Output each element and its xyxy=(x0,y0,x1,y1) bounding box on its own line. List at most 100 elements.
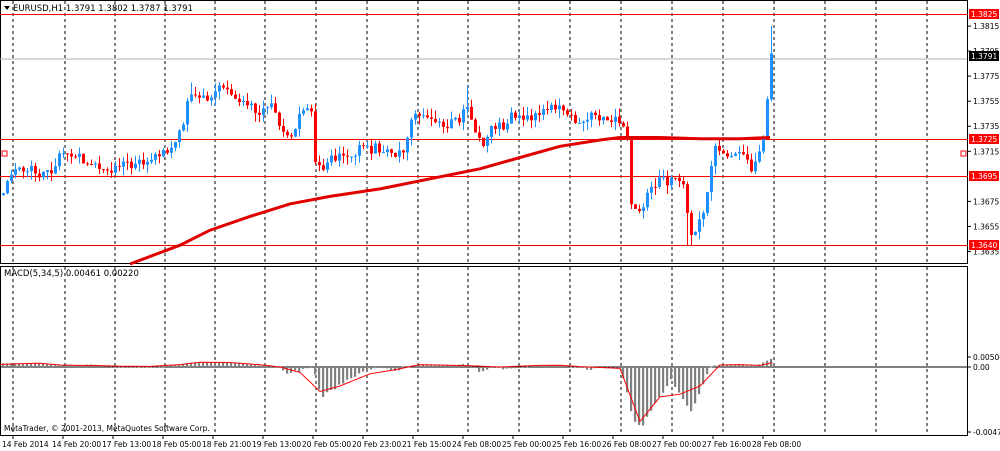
candle-body xyxy=(334,155,337,161)
candle-body xyxy=(738,152,741,154)
macd-bar xyxy=(62,365,65,367)
time-tick-label: 21 Feb 15:00 xyxy=(402,440,451,449)
price-panel[interactable] xyxy=(0,0,968,264)
macd-bar xyxy=(314,367,317,375)
price-tick-label: 1.3755 xyxy=(973,97,999,106)
macd-bar xyxy=(666,367,669,387)
macd-bar xyxy=(70,365,73,367)
candle-body xyxy=(714,145,717,167)
macd-bar xyxy=(446,365,449,367)
time-tick-label: 26 Feb 08:00 xyxy=(602,440,651,449)
candle-body xyxy=(422,115,425,117)
candle-body xyxy=(218,85,221,92)
candle-body xyxy=(514,112,517,118)
level-handle-right[interactable] xyxy=(960,150,967,157)
candle-body xyxy=(726,153,729,157)
candle-body xyxy=(106,169,109,171)
macd-panel[interactable] xyxy=(0,266,968,436)
candle-body xyxy=(318,162,321,166)
macd-bar xyxy=(378,366,381,368)
trading-chart-window[interactable]: EURUSD,H1 1.3791 1.3802 1.3787 1.3791 MA… xyxy=(0,0,1000,451)
candle-body xyxy=(142,159,145,165)
candle-body xyxy=(310,108,313,112)
macd-axis[interactable]: 0.005060.00 -0.00478 xyxy=(968,353,1000,437)
candle-body xyxy=(430,117,433,119)
candle-body xyxy=(186,101,189,125)
macd-bar xyxy=(630,367,633,412)
candle-body xyxy=(30,165,33,172)
candle-body xyxy=(662,176,665,178)
macd-bar xyxy=(342,367,345,384)
time-tick-label: 18 Feb 05:00 xyxy=(152,440,201,449)
price-tick-label: 1.3735 xyxy=(973,122,999,131)
candle-body xyxy=(110,170,113,173)
candle-body xyxy=(134,163,137,169)
symbol-header: EURUSD,H1 1.3791 1.3802 1.3787 1.3791 xyxy=(13,4,193,14)
candle-body xyxy=(494,126,497,130)
candle-body xyxy=(74,156,77,158)
candle-body xyxy=(594,112,597,116)
candle-body xyxy=(634,204,637,209)
candle-body xyxy=(694,231,697,235)
candle-body xyxy=(82,153,85,164)
candle-body xyxy=(126,161,129,163)
candle-body xyxy=(406,137,409,153)
candle-body xyxy=(642,207,645,212)
macd-bar xyxy=(250,364,253,367)
macd-tick-label: 0.00 xyxy=(973,363,990,372)
candle-body xyxy=(646,192,649,208)
candle-body xyxy=(586,119,589,122)
candle-body xyxy=(530,115,533,121)
candle-body xyxy=(42,171,45,178)
candle-body xyxy=(378,143,381,153)
macd-bar xyxy=(322,367,325,397)
candle-body xyxy=(762,138,765,152)
candle-body xyxy=(526,115,529,120)
level-handle-left[interactable] xyxy=(1,150,8,157)
candle-body xyxy=(38,173,41,178)
candle-body xyxy=(158,154,161,157)
candle-body xyxy=(222,85,225,88)
candle-body xyxy=(538,113,541,116)
candle-body xyxy=(122,161,125,167)
candle-body xyxy=(290,135,293,137)
candle-body xyxy=(350,156,353,158)
candle-body xyxy=(22,167,25,172)
macd-bar xyxy=(754,365,757,367)
macd-bar xyxy=(694,367,697,404)
candle-body xyxy=(210,97,213,101)
candle-body xyxy=(270,103,273,108)
candle-body xyxy=(70,153,73,157)
macd-bar xyxy=(670,367,673,380)
candle-body xyxy=(466,106,469,110)
candle-body xyxy=(606,116,609,121)
time-tick-label: 20 Feb 23:00 xyxy=(352,440,401,449)
candle-body xyxy=(250,103,253,106)
candle-body xyxy=(602,116,605,121)
candle-body xyxy=(418,113,421,116)
candle-body xyxy=(242,100,245,103)
candle-body xyxy=(490,126,493,137)
macd-tick-label: 0.00506 xyxy=(973,353,1000,362)
macd-bar xyxy=(310,366,313,368)
copyright-text: MetaTrader, © 2001-2013, MetaQuotes Soft… xyxy=(4,424,210,433)
candle-body xyxy=(358,145,361,156)
candle-body xyxy=(202,95,205,98)
price-tick-label: 1.3675 xyxy=(973,197,999,206)
macd-bar xyxy=(522,366,525,368)
candle-body xyxy=(570,114,573,116)
time-tick-label: 17 Feb 13:00 xyxy=(102,440,151,449)
candle-body xyxy=(426,115,429,118)
candle-body xyxy=(234,94,237,99)
candle-body xyxy=(470,106,473,120)
candle-body xyxy=(306,108,309,111)
candle-body xyxy=(522,115,525,120)
time-axis[interactable]: 14 Feb 2014 14 Feb 20:00 17 Feb 13:00 18 Fe… xyxy=(2,436,801,449)
macd-bar xyxy=(510,367,513,369)
candle-body xyxy=(486,136,489,146)
time-tick-label: 27 Feb 16:00 xyxy=(702,440,751,449)
candle-body xyxy=(754,161,757,172)
candle-body xyxy=(26,171,29,173)
candle-body xyxy=(554,104,557,110)
candle-body xyxy=(2,193,5,196)
